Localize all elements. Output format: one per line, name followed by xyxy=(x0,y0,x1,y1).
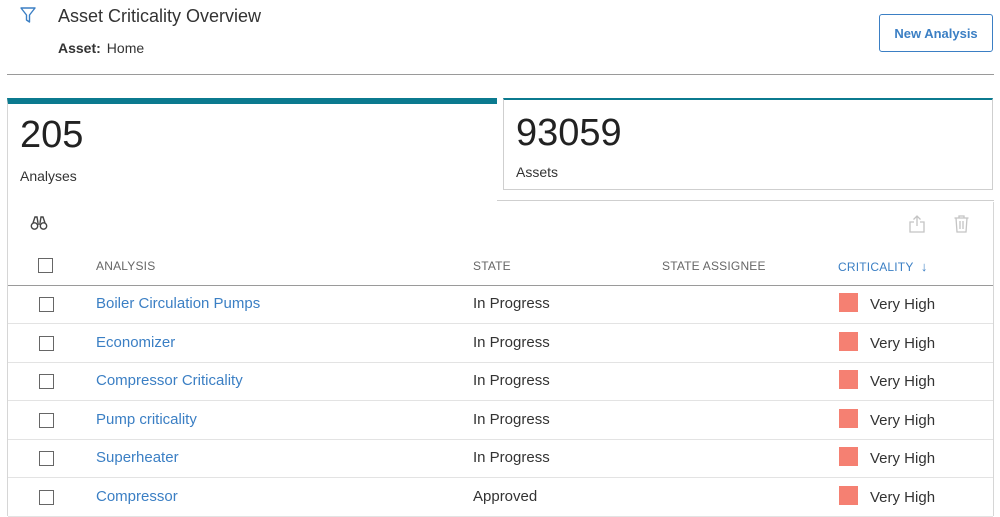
table-row[interactable]: Compressor Approved Very High xyxy=(8,479,993,517)
export-icon[interactable] xyxy=(908,214,926,234)
row-checkbox[interactable] xyxy=(39,489,54,505)
table-row[interactable]: Superheater In Progress Very High xyxy=(8,440,993,478)
asset-label: Asset: xyxy=(58,40,101,56)
criticality-value: Very High xyxy=(870,296,936,313)
analysis-link[interactable]: Compressor xyxy=(96,488,178,505)
asset-value: Home xyxy=(106,40,145,56)
new-analysis-button[interactable]: New Analysis xyxy=(879,14,993,52)
select-all-checkbox[interactable] xyxy=(38,258,53,273)
assets-count: 93059 xyxy=(516,112,622,154)
state-value: In Progress xyxy=(473,333,550,351)
criticality-value: Very High xyxy=(870,450,936,467)
criticality-swatch xyxy=(839,331,858,351)
row-checkbox[interactable] xyxy=(39,297,54,312)
state-value: In Progress xyxy=(473,372,550,389)
column-header-state[interactable]: STATE xyxy=(473,259,511,273)
criticality-swatch xyxy=(839,408,858,428)
column-header-analysis[interactable]: ANALYSIS xyxy=(96,259,155,273)
table-row[interactable]: Boiler Circulation Pumps In Progress Very … xyxy=(8,286,993,324)
row-checkbox[interactable] xyxy=(39,451,54,466)
state-value: In Progress xyxy=(473,295,550,312)
filter-icon[interactable] xyxy=(19,6,37,24)
analyses-label: Analyses xyxy=(20,168,77,184)
arrow-down-icon: ↓ xyxy=(920,259,928,274)
row-checkbox[interactable] xyxy=(39,374,54,389)
criticality-swatch xyxy=(839,447,858,466)
trash-icon[interactable] xyxy=(953,214,970,234)
page-title: Asset Criticality Overview xyxy=(58,6,262,26)
tile-divider xyxy=(497,200,994,201)
criticality-value: Very High xyxy=(870,488,936,506)
row-checkbox[interactable] xyxy=(39,412,54,428)
asset-context: Asset: Home xyxy=(58,40,144,56)
criticality-value: Very High xyxy=(870,373,936,390)
assets-label: Assets xyxy=(516,164,559,180)
criticality-swatch xyxy=(839,370,858,389)
assets-tile[interactable]: 93059 Assets xyxy=(503,98,993,190)
analysis-link[interactable]: Superheater xyxy=(96,449,179,466)
binoculars-icon[interactable] xyxy=(30,214,48,232)
state-value: In Progress xyxy=(473,410,550,428)
state-value: In Progress xyxy=(473,449,550,466)
analyses-tile[interactable]: 205 Analyses xyxy=(7,98,497,202)
column-header-criticality-label: CRITICALITY xyxy=(838,260,914,274)
column-header-criticality[interactable]: CRITICALITY ↓ xyxy=(838,259,928,274)
analysis-link[interactable]: Economizer xyxy=(96,334,175,351)
analysis-link[interactable]: Boiler Circulation Pumps xyxy=(96,295,260,312)
table-row[interactable]: Economizer In Progress Very High xyxy=(8,325,993,363)
page-header: Asset Criticality Overview Asset: Home Ne… xyxy=(0,0,1000,76)
row-checkbox[interactable] xyxy=(39,335,54,351)
criticality-swatch xyxy=(839,293,858,312)
table-row[interactable]: Compressor Criticality In Progress Very Hi… xyxy=(8,363,993,401)
state-value: Approved xyxy=(473,487,538,505)
analyses-count: 205 xyxy=(20,114,84,156)
analysis-link[interactable]: Compressor Criticality xyxy=(96,372,243,389)
column-header-state-assignee[interactable]: STATE ASSIGNEE xyxy=(662,259,766,273)
header-divider xyxy=(7,74,994,75)
criticality-value: Very High xyxy=(870,411,936,429)
table-row[interactable]: Pump criticality In Progress Very High xyxy=(8,402,993,440)
analysis-link[interactable]: Pump criticality xyxy=(96,411,197,428)
criticality-swatch xyxy=(839,485,858,505)
criticality-value: Very High xyxy=(870,334,936,352)
